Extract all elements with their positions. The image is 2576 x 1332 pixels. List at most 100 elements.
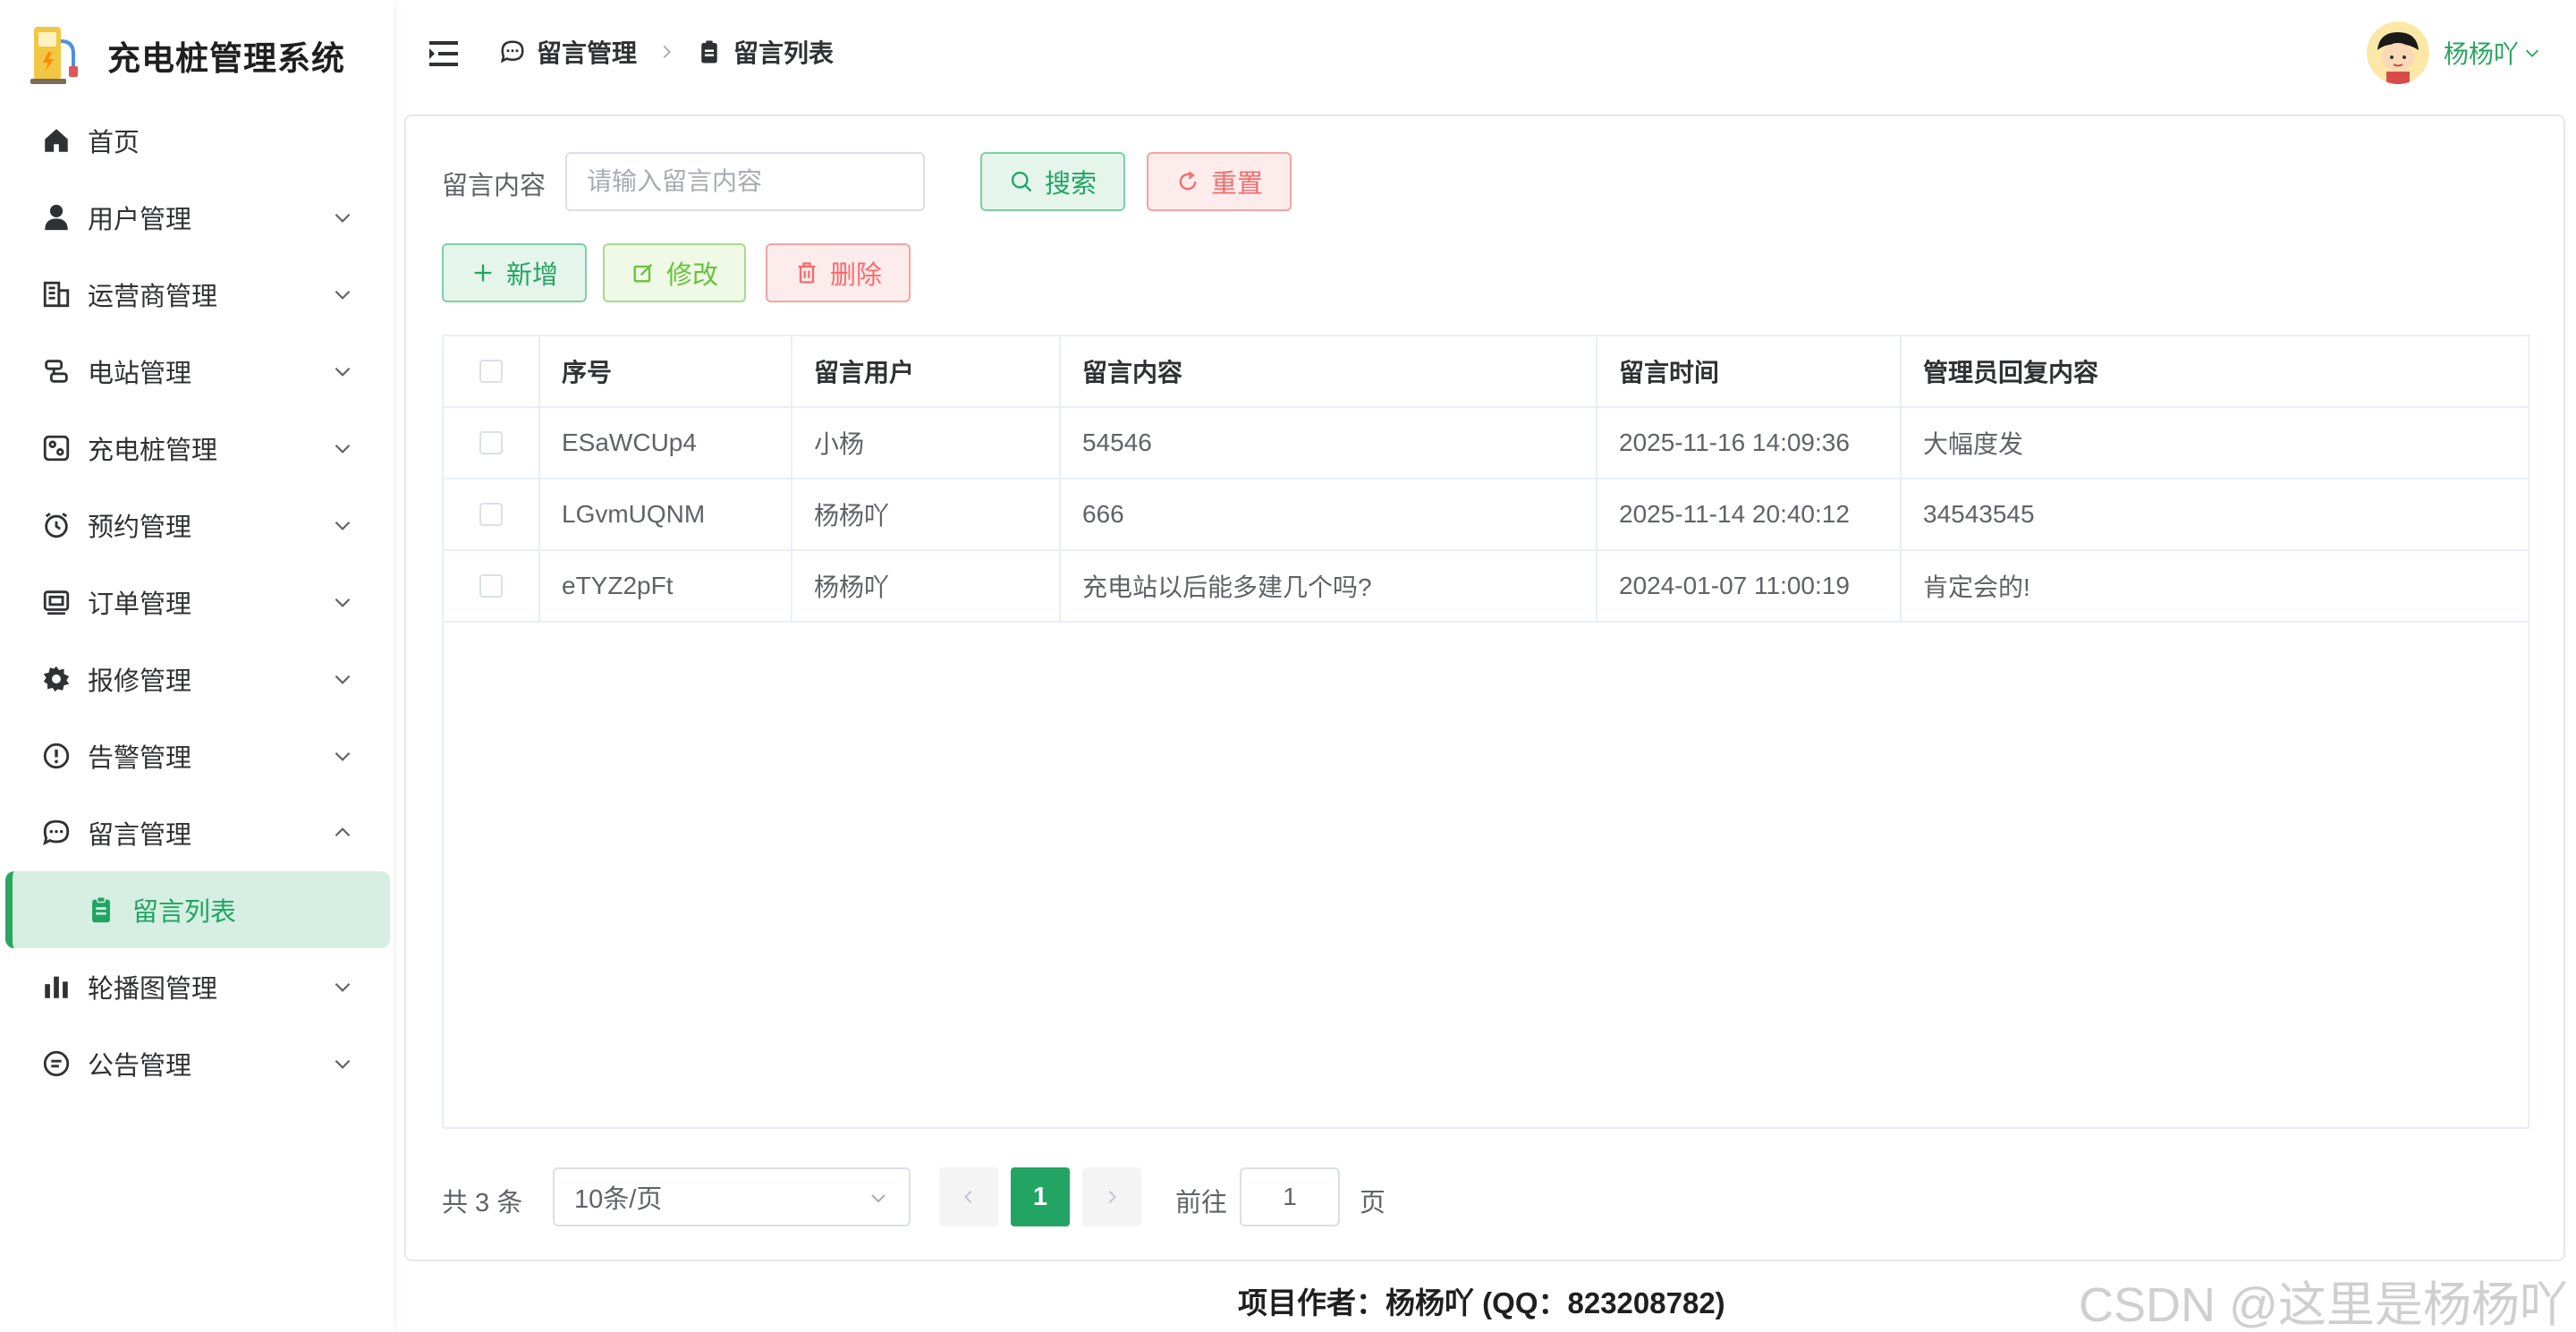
table-cell: 54546: [1061, 408, 1597, 478]
order-icon: [41, 587, 72, 617]
watermark: CSDN @这里是杨杨吖: [2079, 1278, 2568, 1332]
row-checkbox[interactable]: [479, 431, 503, 454]
sidebar-item-operators[interactable]: 运营商管理: [0, 256, 394, 333]
chevron-right-icon: [1108, 1190, 1116, 1204]
column-header: 留言用户: [792, 336, 1061, 406]
user-name: 杨杨吖: [2443, 40, 2519, 68]
charger-icon: [41, 433, 72, 463]
sidebar-item-label: 电站管理: [88, 360, 192, 388]
table-cell: 充电站以后能多建几个吗?: [1061, 551, 1597, 621]
bar-chart-icon: [41, 971, 72, 1002]
table-cell: 小杨: [792, 408, 1061, 478]
table-cell: 2025-11-16 14:09:36: [1597, 408, 1902, 478]
table-cell: LGvmUQNM: [540, 479, 792, 549]
sidebar-item-announcements[interactable]: 公告管理: [0, 1025, 394, 1102]
column-header: 留言时间: [1597, 336, 1902, 406]
clipboard-icon: [86, 895, 116, 925]
sidebar: 充电桩管理系统 首页 用户管理 运营商管理 电站管理 充电桩管理 预约管理 订单…: [0, 0, 394, 1332]
table-cell: 2024-01-07 11:00:19: [1597, 551, 1902, 621]
avatar: [2366, 21, 2429, 84]
table-row[interactable]: LGvmUQNM 杨杨吖 666 2025-11-14 20:40:12 345…: [444, 479, 2528, 551]
plus-icon: [474, 264, 492, 282]
search-button[interactable]: 搜索: [980, 152, 1125, 211]
delete-button[interactable]: 删除: [766, 243, 911, 302]
table-row[interactable]: ESaWCUp4 小杨 54546 2025-11-16 14:09:36 大幅…: [444, 408, 2528, 479]
goto-label: 前往: [1175, 1189, 1228, 1217]
chevron-down-icon: [331, 283, 354, 306]
refresh-icon: [1179, 171, 1197, 191]
chevron-down-icon: [331, 206, 354, 229]
row-checkbox-cell: [444, 551, 540, 621]
sidebar-item-message-list[interactable]: 留言列表: [5, 871, 390, 948]
sidebar-item-carousel[interactable]: 轮播图管理: [0, 948, 394, 1025]
table-cell: 大幅度发: [1923, 430, 2024, 458]
sidebar-item-label: 轮播图管理: [88, 975, 218, 1004]
reset-button[interactable]: 重置: [1147, 152, 1292, 211]
user-icon: [41, 202, 72, 233]
table-cell: ESaWCUp4: [540, 408, 792, 478]
row-checkbox[interactable]: [479, 503, 503, 526]
select-all-checkbox[interactable]: [479, 360, 503, 383]
page-size-select[interactable]: 10条/页: [553, 1167, 911, 1226]
alarm-clock-icon: [41, 510, 72, 540]
sidebar-item-label: 告警管理: [88, 744, 192, 773]
sidebar-item-label: 充电桩管理: [88, 437, 218, 465]
chevron-down-icon: [2525, 49, 2539, 57]
breadcrumb: 留言管理 留言列表: [499, 34, 834, 70]
charging-station-logo-icon: [30, 27, 78, 84]
sidebar-menu: 首页 用户管理 运营商管理 电站管理 充电桩管理 预约管理 订单管理 报修管理 …: [0, 102, 394, 1102]
header-checkbox-cell: [444, 336, 540, 406]
chevron-down-icon: [331, 513, 354, 537]
sidebar-item-label: 订单管理: [88, 590, 192, 619]
sidebar-item-chargers[interactable]: 充电桩管理: [0, 410, 394, 487]
reset-button-label: 重置: [1210, 170, 1263, 199]
app-title: 充电桩管理系统: [107, 40, 345, 77]
page-size-value: 10条/页: [574, 1185, 663, 1214]
breadcrumb-parent[interactable]: 留言管理: [537, 34, 637, 70]
chevron-right-icon: [663, 45, 671, 59]
sidebar-item-stations[interactable]: 电站管理: [0, 333, 394, 410]
chevron-left-icon: [964, 1190, 972, 1204]
chevron-up-icon: [331, 821, 354, 844]
collapse-menu-icon[interactable]: [428, 39, 460, 68]
page-number-button[interactable]: 1: [1011, 1167, 1070, 1226]
next-page-button[interactable]: [1082, 1167, 1141, 1226]
chevron-down-icon: [331, 744, 354, 768]
row-checkbox[interactable]: [479, 574, 503, 598]
row-checkbox-cell: [444, 408, 540, 478]
table-cell: 杨杨吖: [792, 551, 1061, 621]
sidebar-item-alerts[interactable]: 告警管理: [0, 717, 394, 794]
pagination-total: 共 3 条: [442, 1189, 523, 1217]
sidebar-item-home[interactable]: 首页: [0, 102, 394, 179]
table-cell: 杨杨吖: [792, 479, 1061, 549]
gear-icon: [41, 664, 72, 694]
sidebar-item-label: 报修管理: [88, 667, 192, 696]
search-input[interactable]: [565, 152, 925, 211]
table-row[interactable]: eTYZ2pFt 杨杨吖 充电站以后能多建几个吗? 2024-01-07 11:…: [444, 551, 2528, 623]
prev-page-button[interactable]: [939, 1167, 998, 1226]
sidebar-item-users[interactable]: 用户管理: [0, 179, 394, 256]
breadcrumb-current: 留言列表: [733, 39, 835, 67]
page-suffix-label: 页: [1360, 1189, 1386, 1217]
search-label: 留言内容: [442, 172, 547, 200]
sidebar-item-reservations[interactable]: 预约管理: [0, 487, 394, 564]
add-button[interactable]: 新增: [442, 243, 587, 302]
sidebar-item-messages[interactable]: 留言管理: [0, 794, 394, 871]
sidebar-item-label: 公告管理: [88, 1052, 192, 1081]
column-header: 管理员回复内容: [1923, 359, 2099, 386]
user-menu[interactable]: 杨杨吖: [2366, 21, 2542, 84]
search-button-label: 搜索: [1044, 170, 1097, 199]
row-checkbox-cell: [444, 479, 540, 549]
goto-page-input[interactable]: [1240, 1167, 1340, 1226]
search-icon: [1011, 171, 1032, 192]
column-header: 留言内容: [1061, 336, 1597, 406]
sidebar-item-label: 首页: [88, 129, 140, 157]
table-cell: 肯定会的!: [1923, 573, 2030, 601]
edit-button[interactable]: 修改: [603, 243, 746, 302]
sidebar-item-repairs[interactable]: 报修管理: [0, 641, 394, 717]
clipboard-icon: [701, 40, 717, 64]
table-cell: 34543545: [1923, 500, 2035, 528]
chevron-down-icon: [331, 1052, 354, 1075]
sidebar-item-label: 用户管理: [88, 206, 192, 234]
sidebar-item-orders[interactable]: 订单管理: [0, 564, 394, 641]
